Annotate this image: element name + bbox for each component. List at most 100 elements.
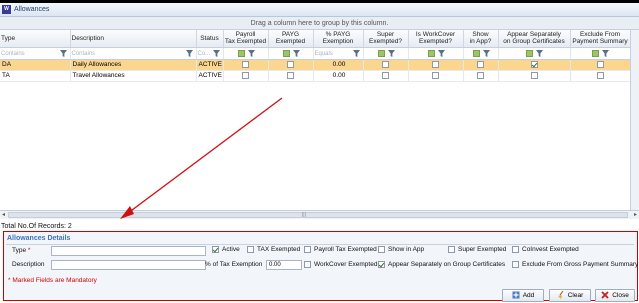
cell-appear-separately[interactable] <box>498 70 571 82</box>
checkbox[interactable] <box>477 60 484 68</box>
cell-show-in-app[interactable] <box>463 70 499 82</box>
checkbox[interactable] <box>530 71 538 79</box>
checkbox[interactable] <box>378 246 385 253</box>
clear-button[interactable]: Clear <box>549 289 591 302</box>
active-checkbox[interactable]: Active <box>212 246 240 253</box>
filter-checkbox[interactable] <box>237 49 245 57</box>
filter-icon[interactable] <box>387 49 395 57</box>
description-input[interactable] <box>51 260 206 270</box>
pct-exemption-input[interactable]: 0.00 <box>266 260 302 270</box>
close-button[interactable]: Close <box>595 289 635 302</box>
filter-row: Contains Contains Co... Equals <box>0 47 631 60</box>
table-row[interactable]: DA Daily Allowances ACTIVE 0.00 <box>0 59 631 71</box>
add-button[interactable]: Add <box>502 289 544 302</box>
checkbox[interactable] <box>512 246 519 253</box>
checkbox-checked[interactable] <box>530 60 538 68</box>
checkbox-checked[interactable] <box>378 261 385 268</box>
checkbox-checked[interactable] <box>212 246 219 253</box>
super-exempted-checkbox[interactable]: Super Exempted <box>448 246 506 253</box>
col-header-workcover[interactable]: Is WorkCover Exempted? <box>408 30 464 48</box>
filter-icon[interactable] <box>352 49 360 57</box>
filter-payroll-tax[interactable] <box>223 47 269 60</box>
filter-super[interactable] <box>363 47 409 60</box>
filter-checkbox[interactable] <box>526 49 533 57</box>
col-header-appear-separately[interactable]: Appear Separately on Group Certificates <box>498 30 571 48</box>
filter-icon[interactable] <box>536 49 543 57</box>
exclude-gross-checkbox[interactable]: Exclude From Gross Payment Summary <box>512 261 638 268</box>
checkbox[interactable] <box>382 60 389 68</box>
checkbox[interactable] <box>247 246 254 253</box>
payroll-tax-exempted-checkbox[interactable]: Payroll Tax Exempted <box>304 246 377 253</box>
col-header-exclude-payment[interactable]: Exclude From Payment Summary <box>570 30 631 48</box>
filter-icon[interactable] <box>437 49 445 57</box>
horizontal-scrollbar[interactable]: ◂ ||| ▸ <box>0 210 639 219</box>
show-in-app-checkbox[interactable]: Show in App <box>378 246 424 253</box>
checkbox[interactable] <box>432 60 439 68</box>
filter-appear-separately[interactable] <box>498 47 571 60</box>
checkbox[interactable] <box>596 71 604 79</box>
scrollbar-thumb[interactable]: ||| <box>8 212 628 218</box>
filter-checkbox[interactable] <box>282 49 290 57</box>
cell-workcover[interactable] <box>408 70 464 82</box>
cell-appear-separately[interactable] <box>498 59 571 71</box>
filter-icon[interactable] <box>59 49 67 57</box>
group-by-hint[interactable]: Drag a column here to group by this colu… <box>0 17 639 30</box>
cell-show-in-app[interactable] <box>463 59 499 71</box>
cell-super[interactable] <box>363 70 409 82</box>
filter-checkbox[interactable] <box>377 49 385 57</box>
filter-icon[interactable] <box>292 49 300 57</box>
table-row[interactable]: TA Travel Allowances ACTIVE 0.00 <box>0 70 631 82</box>
checkbox[interactable] <box>382 71 389 79</box>
checkbox[interactable] <box>477 71 484 79</box>
filter-workcover[interactable] <box>408 47 464 60</box>
scroll-right-icon[interactable]: ▸ <box>634 211 637 218</box>
filter-pct[interactable]: Equals <box>313 47 364 60</box>
filter-exclude-payment[interactable] <box>570 47 631 60</box>
filter-checkbox[interactable] <box>472 49 480 57</box>
col-header-type[interactable]: Type <box>0 30 71 48</box>
checkbox[interactable] <box>287 60 294 68</box>
col-header-super[interactable]: Super Exempted? <box>363 30 409 48</box>
col-header-payroll-tax[interactable]: Payroll Tax Exempted <box>223 30 269 48</box>
tax-exempted-checkbox[interactable]: TAX Exempted <box>247 246 300 253</box>
appear-separately-checkbox[interactable]: Appear Separately on Group Certificates <box>378 261 505 268</box>
filter-payg[interactable] <box>268 47 314 60</box>
cell-exclude-payment[interactable] <box>570 70 631 82</box>
filter-checkbox[interactable] <box>427 49 435 57</box>
filter-type[interactable]: Contains <box>0 47 71 60</box>
filter-show-in-app[interactable] <box>463 47 499 60</box>
checkbox[interactable] <box>242 60 249 68</box>
cell-super[interactable] <box>363 59 409 71</box>
col-header-pct-payg[interactable]: % PAYG Exemption <box>313 30 364 48</box>
cell-workcover[interactable] <box>408 59 464 71</box>
cell-exclude-payment[interactable] <box>570 59 631 71</box>
cell-payroll-tax[interactable] <box>223 59 269 71</box>
filter-status[interactable]: Co... <box>196 47 224 60</box>
filter-checkbox[interactable] <box>592 49 599 57</box>
filter-icon[interactable] <box>185 49 193 57</box>
col-header-payg[interactable]: PAYG Exempted <box>268 30 314 48</box>
cell-payg[interactable] <box>268 70 314 82</box>
checkbox[interactable] <box>432 71 439 79</box>
cell-payroll-tax[interactable] <box>223 70 269 82</box>
filter-icon[interactable] <box>482 49 490 57</box>
cell-payg[interactable] <box>268 59 314 71</box>
filter-icon[interactable] <box>247 49 255 57</box>
col-header-status[interactable]: Status <box>196 30 224 48</box>
checkbox[interactable] <box>287 71 294 79</box>
workcover-exempted-checkbox[interactable]: WorkCover Exempted <box>304 261 377 268</box>
col-header-show-in-app[interactable]: Show in App? <box>463 30 499 48</box>
checkbox[interactable] <box>304 246 311 253</box>
checkbox[interactable] <box>304 261 311 268</box>
scroll-left-icon[interactable]: ◂ <box>2 211 5 218</box>
checkbox[interactable] <box>512 261 519 268</box>
filter-icon[interactable] <box>602 49 609 57</box>
type-input[interactable] <box>51 246 206 256</box>
coinvest-exempted-checkbox[interactable]: CoInvest Exempted <box>512 246 579 253</box>
filter-description[interactable]: Contains <box>70 47 197 60</box>
col-header-description[interactable]: Description <box>70 30 197 48</box>
checkbox[interactable] <box>596 60 604 68</box>
checkbox[interactable] <box>242 71 249 79</box>
filter-icon[interactable] <box>212 49 220 57</box>
checkbox[interactable] <box>448 246 455 253</box>
